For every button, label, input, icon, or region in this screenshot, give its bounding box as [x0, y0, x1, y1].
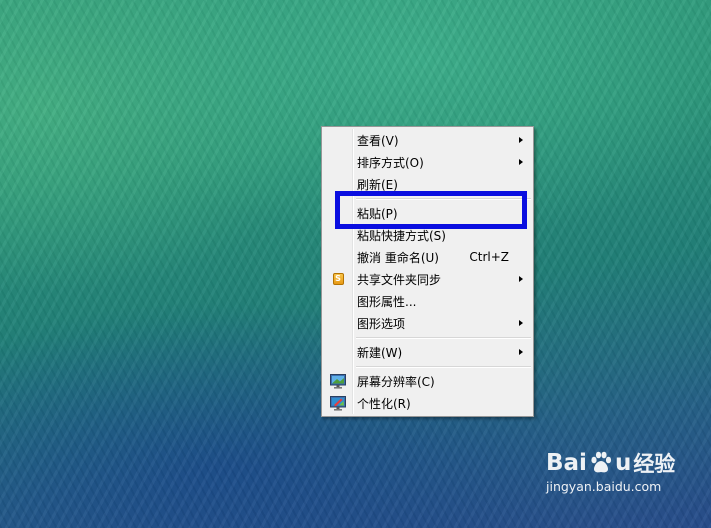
personalize-icon — [330, 395, 346, 411]
menu-item-new[interactable]: 新建(W) — [324, 341, 531, 363]
menu-item-label: 共享文件夹同步 — [357, 272, 442, 287]
menu-item-graphics-options[interactable]: 图形选项 — [324, 312, 531, 334]
menu-item-label: 图形选项 — [357, 316, 406, 331]
menu-item-refresh[interactable]: 刷新(E) — [324, 173, 531, 195]
watermark-brand-cn: 经验 — [633, 452, 676, 476]
menu-item-label: 查看(V) — [357, 133, 399, 148]
submenu-arrow-icon — [519, 349, 523, 355]
menu-item-label: 撤消 重命名(U) — [357, 250, 439, 265]
menu-separator — [354, 334, 531, 341]
menu-separator — [354, 195, 531, 202]
submenu-arrow-icon — [519, 159, 523, 165]
submenu-arrow-icon — [519, 276, 523, 282]
menu-separator — [354, 363, 531, 370]
screen-resolution-icon — [330, 373, 346, 389]
menu-item-label: 粘贴(P) — [357, 206, 398, 221]
baidu-jingyan-watermark: Bai u 经验 jingyan.baidu.com — [546, 448, 706, 494]
menu-item-screen-resolution[interactable]: 屏幕分辨率(C) — [324, 370, 531, 392]
menu-item-shared-folder-sync[interactable]: S 共享文件夹同步 — [324, 268, 531, 290]
menu-item-personalize[interactable]: 个性化(R) — [324, 392, 531, 414]
share-sync-icon: S — [332, 273, 344, 285]
baidu-paw-icon — [591, 451, 612, 473]
desktop-context-menu: 查看(V) 排序方式(O) 刷新(E) 粘贴(P) 粘贴快捷方式(S) 撤消 重… — [321, 126, 534, 417]
menu-item-label: 个性化(R) — [357, 396, 411, 411]
menu-item-label: 排序方式(O) — [357, 155, 424, 170]
watermark-brand-part-2: u — [614, 450, 632, 476]
menu-item-label: 新建(W) — [357, 345, 403, 360]
watermark-url: jingyan.baidu.com — [546, 479, 662, 494]
menu-item-label: 屏幕分辨率(C) — [357, 374, 435, 389]
menu-item-label: 图形属性... — [357, 294, 417, 309]
menu-item-label: 粘贴快捷方式(S) — [357, 228, 446, 243]
menu-item-paste-shortcut[interactable]: 粘贴快捷方式(S) — [324, 224, 531, 246]
menu-item-shortcut: Ctrl+Z — [469, 250, 509, 264]
watermark-brand-part-1: Bai — [546, 450, 587, 476]
submenu-arrow-icon — [519, 137, 523, 143]
menu-item-view[interactable]: 查看(V) — [324, 129, 531, 151]
menu-item-undo-rename[interactable]: 撤消 重命名(U) Ctrl+Z — [324, 246, 531, 268]
menu-item-sort-by[interactable]: 排序方式(O) — [324, 151, 531, 173]
menu-item-label: 刷新(E) — [357, 177, 398, 192]
menu-item-graphics-properties[interactable]: 图形属性... — [324, 290, 531, 312]
submenu-arrow-icon — [519, 320, 523, 326]
menu-item-paste[interactable]: 粘贴(P) — [324, 202, 531, 224]
